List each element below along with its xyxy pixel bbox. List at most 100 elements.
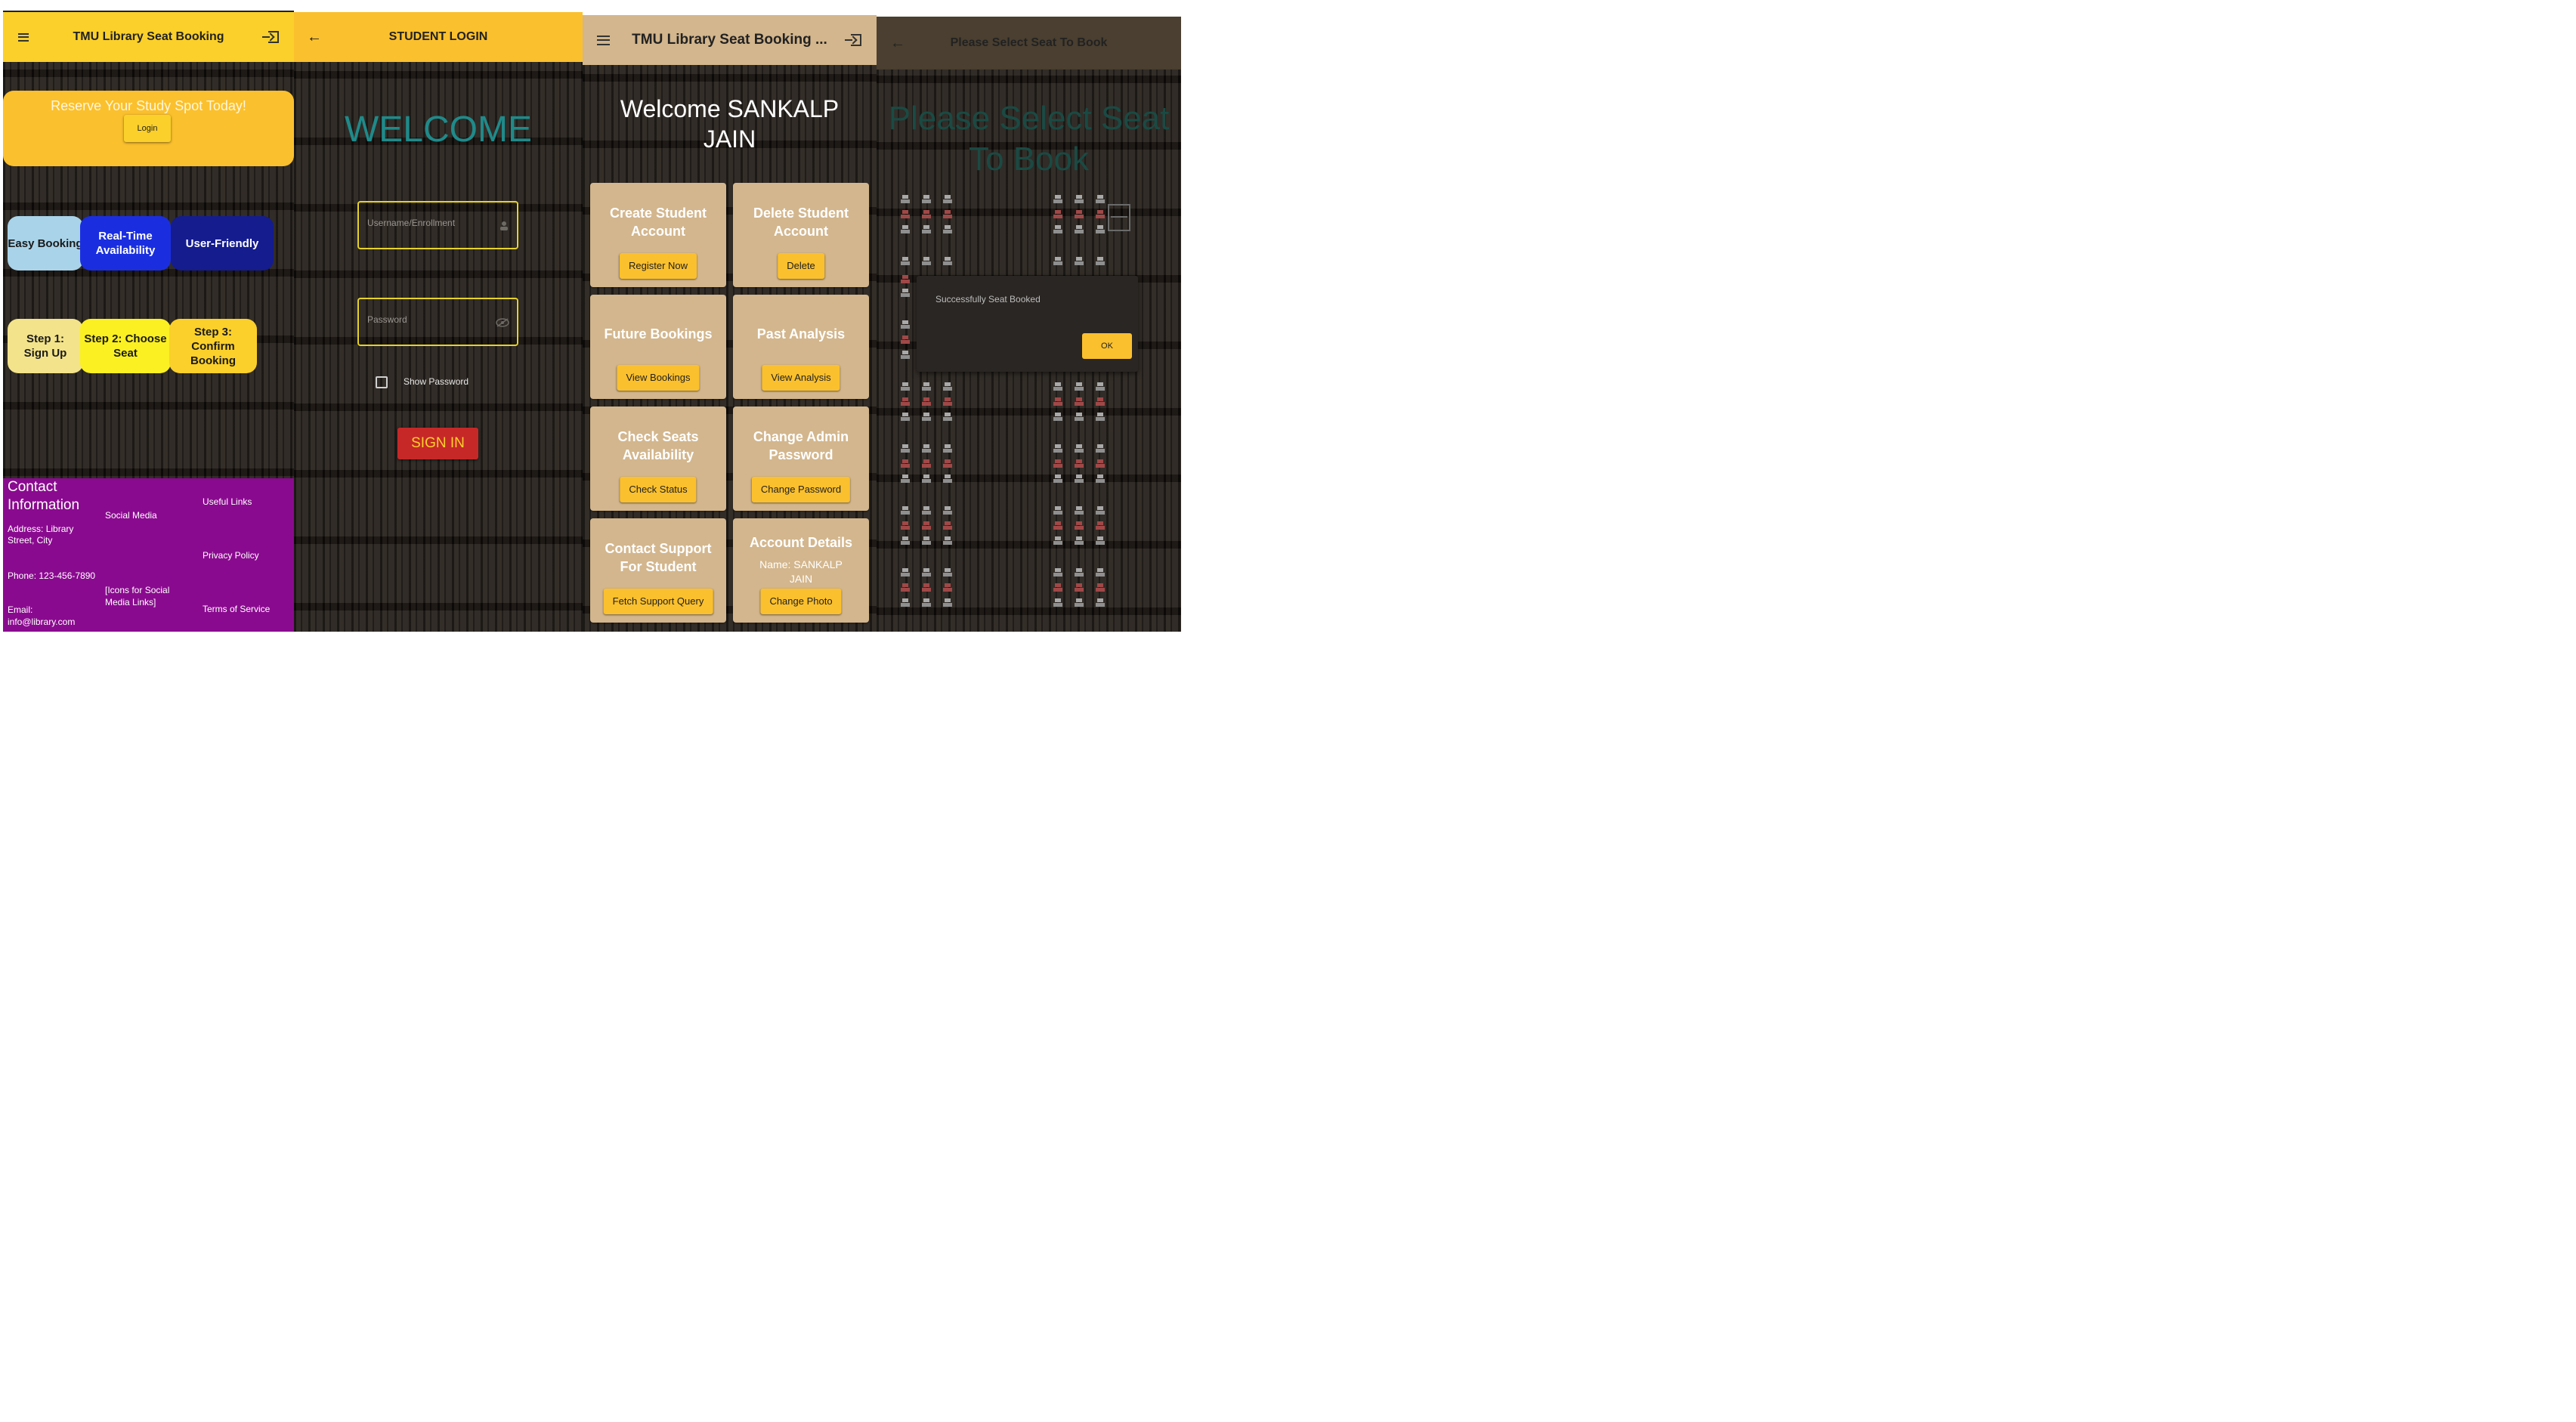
seat-icon[interactable] [901,225,910,234]
seat-icon[interactable] [1075,475,1084,484]
seat-icon[interactable] [1096,536,1105,546]
menu-icon[interactable] [3,32,44,42]
booked-seat-icon[interactable] [901,521,910,530]
seat-icon[interactable] [922,444,931,453]
booked-seat-icon[interactable] [1096,459,1105,468]
seat-icon[interactable] [922,382,931,391]
booked-seat-icon[interactable] [901,583,910,592]
booked-seat-icon[interactable] [943,459,952,468]
change-photo-button[interactable]: Change Photo [760,589,842,614]
booked-seat-icon[interactable] [922,210,931,219]
seat-icon[interactable] [901,506,910,515]
seat-icon[interactable] [901,382,910,391]
privacy-policy-link[interactable]: Privacy Policy [203,550,259,561]
seat-icon[interactable] [922,195,931,204]
back-arrow-icon[interactable]: ← [294,29,335,46]
booked-seat-icon[interactable] [1053,397,1062,407]
seat-icon[interactable] [922,568,931,577]
seat-icon[interactable] [943,382,952,391]
booked-seat-icon[interactable] [901,210,910,219]
check-status-button[interactable]: Check Status [620,477,697,502]
seat-icon[interactable] [1096,444,1105,453]
seat-icon[interactable] [1053,536,1062,546]
seat-icon[interactable] [1075,506,1084,515]
seat-icon[interactable] [1053,444,1062,453]
seat-icon[interactable] [943,598,952,607]
booked-seat-icon[interactable] [1075,521,1084,530]
seat-icon[interactable] [1096,475,1105,484]
booked-seat-icon[interactable] [943,210,952,219]
seat-icon[interactable] [1075,195,1084,204]
seat-icon[interactable] [1053,257,1062,266]
seat-icon[interactable] [943,506,952,515]
seat-icon[interactable] [922,475,931,484]
delete-button[interactable]: Delete [778,253,824,279]
seat-icon[interactable] [943,225,952,234]
seat-icon[interactable] [901,413,910,422]
seat-icon[interactable] [943,413,952,422]
booked-seat-icon[interactable] [922,521,931,530]
view-analysis-button[interactable]: View Analysis [762,365,840,391]
seat-icon[interactable] [1053,382,1062,391]
password-field[interactable]: Password [357,298,518,346]
seat-icon[interactable] [1075,536,1084,546]
seat-icon[interactable] [1075,225,1084,234]
seat-icon[interactable] [1096,225,1105,234]
show-password-checkbox[interactable] [376,376,388,388]
seat-icon[interactable] [1075,257,1084,266]
seat-icon[interactable] [1075,568,1084,577]
booked-seat-icon[interactable] [1096,583,1105,592]
seat-icon[interactable] [901,536,910,546]
booked-seat-icon[interactable] [1096,210,1105,219]
seat-icon[interactable] [922,598,931,607]
seat-icon[interactable] [1096,257,1105,266]
menu-icon[interactable] [583,35,623,45]
back-arrow-icon[interactable]: ← [877,35,919,52]
seat-icon[interactable] [1053,598,1062,607]
seat-icon[interactable] [1096,382,1105,391]
seat-icon[interactable] [922,506,931,515]
booked-seat-icon[interactable] [901,397,910,407]
booked-seat-icon[interactable] [901,335,910,345]
sign-in-button[interactable]: SIGN IN [397,428,478,459]
booked-seat-icon[interactable] [943,521,952,530]
register-now-button[interactable]: Register Now [619,253,697,279]
seat-icon[interactable] [922,536,931,546]
booked-seat-icon[interactable] [1075,210,1084,219]
booked-seat-icon[interactable] [943,583,952,592]
booked-seat-icon[interactable] [922,583,931,592]
seat-icon[interactable] [1096,506,1105,515]
seat-icon[interactable] [901,289,910,298]
seat-icon[interactable] [901,257,910,266]
booked-seat-icon[interactable] [901,275,910,284]
seat-icon[interactable] [943,536,952,546]
seat-icon[interactable] [943,195,952,204]
booked-seat-icon[interactable] [922,397,931,407]
username-field[interactable]: Username/Enrollment [357,201,518,249]
seat-icon[interactable] [901,351,910,360]
change-password-button[interactable]: Change Password [751,477,851,502]
booked-seat-icon[interactable] [1053,459,1062,468]
seat-icon[interactable] [1075,444,1084,453]
logout-icon[interactable] [836,34,877,46]
booked-seat-icon[interactable] [1053,583,1062,592]
seat-icon[interactable] [943,475,952,484]
terms-link[interactable]: Terms of Service [203,604,270,614]
booked-seat-icon[interactable] [1053,210,1062,219]
seat-icon[interactable] [943,568,952,577]
seat-icon[interactable] [1053,413,1062,422]
logout-icon[interactable] [253,31,294,43]
seat-icon[interactable] [1075,598,1084,607]
booked-seat-icon[interactable] [901,459,910,468]
seat-icon[interactable] [922,257,931,266]
booked-seat-icon[interactable] [1096,397,1105,407]
seat-icon[interactable] [901,320,910,329]
booked-seat-icon[interactable] [943,397,952,407]
seat-icon[interactable] [1075,413,1084,422]
booked-seat-icon[interactable] [922,459,931,468]
seat-icon[interactable] [1053,568,1062,577]
seat-icon[interactable] [943,444,952,453]
booked-seat-icon[interactable] [1075,397,1084,407]
seat-icon[interactable] [943,257,952,266]
booked-seat-icon[interactable] [1075,459,1084,468]
